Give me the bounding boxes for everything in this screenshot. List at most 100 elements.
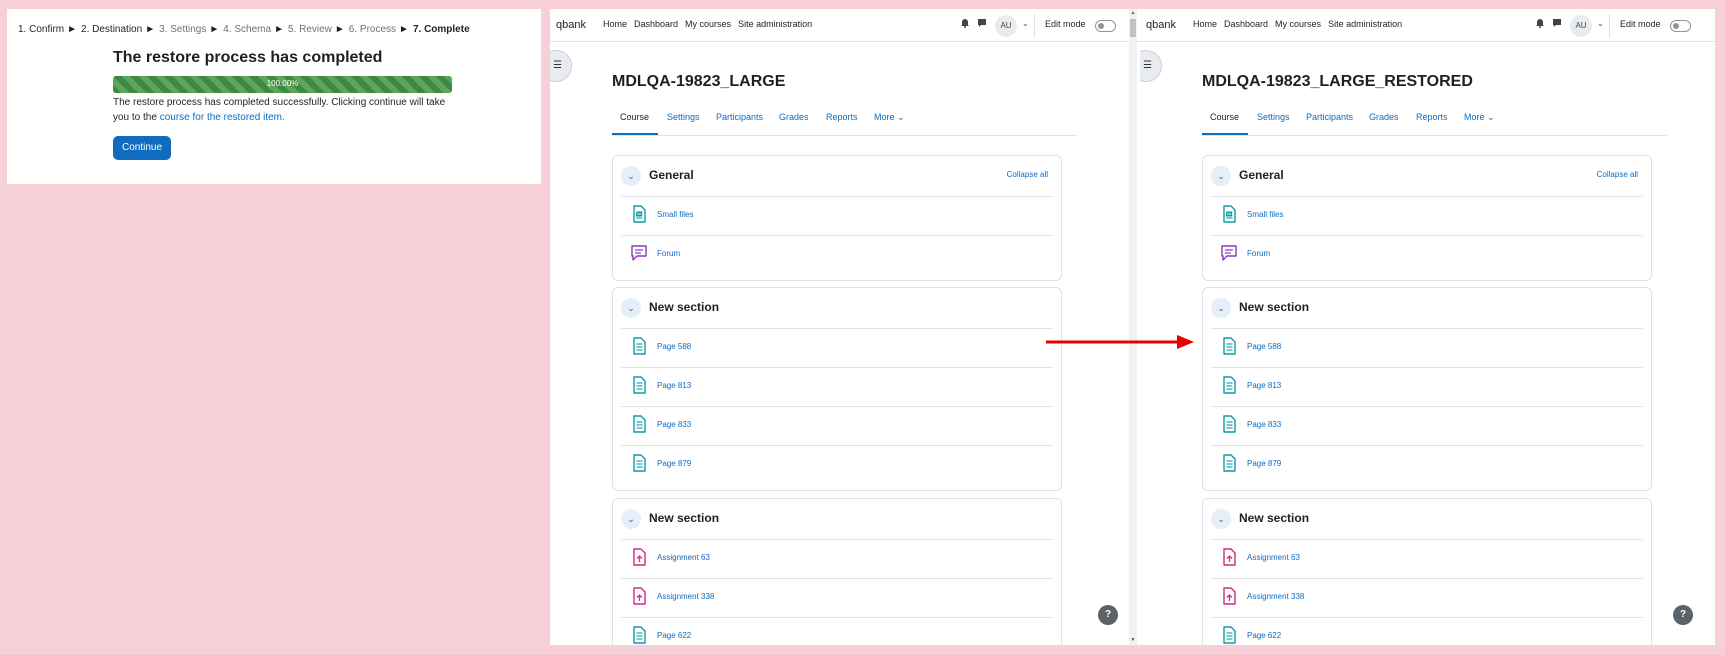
scroll-down-arrow-icon[interactable]: ▼ (1129, 637, 1137, 643)
activity-item: Assignment 63 (621, 539, 1053, 577)
course-section: ⌄ General Collapse all Small files Forum (612, 155, 1062, 281)
edit-mode-toggle[interactable] (1095, 20, 1116, 32)
activity-link[interactable]: Page 879 (657, 459, 691, 468)
activity-link[interactable]: Page 813 (1247, 381, 1281, 390)
activity-link[interactable]: Forum (657, 249, 680, 258)
scrollbar-thumb[interactable] (1130, 19, 1136, 37)
nav-link[interactable]: My courses (1275, 19, 1321, 29)
progress-label: 100.00% (266, 79, 299, 88)
activity-link[interactable]: Page 813 (657, 381, 691, 390)
tab-grades[interactable]: Grades (1369, 112, 1399, 122)
nav-link[interactable]: My courses (685, 19, 731, 29)
help-button[interactable]: ? (1098, 605, 1118, 625)
course-window-original: qbank Home Dashboard My courses Site adminis… (550, 9, 1140, 645)
activity-link[interactable]: Page 588 (1247, 342, 1281, 351)
tab-participants[interactable]: Participants (1306, 112, 1353, 122)
page-icon (1220, 376, 1238, 394)
nav-link[interactable]: Site administration (1328, 19, 1402, 29)
help-button[interactable]: ? (1673, 605, 1693, 625)
chat-icon[interactable] (977, 18, 987, 30)
tab-participants[interactable]: Participants (716, 112, 763, 122)
chevron-down-icon[interactable]: ⌄ (1211, 298, 1231, 318)
nav-link[interactable]: Dashboard (1224, 19, 1268, 29)
red-arrow-annotation (1046, 335, 1194, 349)
activity-link[interactable]: Page 588 (657, 342, 691, 351)
collapse-all-link[interactable]: Collapse all (1597, 170, 1638, 179)
bell-icon[interactable] (1535, 18, 1545, 30)
course-index-toggle[interactable]: ☰ (1140, 50, 1162, 82)
continue-button[interactable]: Continue (113, 136, 171, 160)
edit-mode-toggle[interactable] (1670, 20, 1691, 32)
course-section: ⌄ New section Page 588 Page 813 Page 833 Page… (1202, 287, 1652, 491)
activity-link[interactable]: Page 622 (657, 631, 691, 640)
activity-link[interactable]: Assignment 338 (1247, 592, 1304, 601)
chevron-down-icon[interactable]: ⌄ (621, 298, 641, 318)
chevron-down-icon[interactable]: ⌄ (621, 509, 641, 529)
nav-link[interactable]: Dashboard (634, 19, 678, 29)
course-section: ⌄ New section Page 588 Page 813 Page 833 Page… (612, 287, 1062, 491)
section-title[interactable]: General (1239, 168, 1284, 182)
activity-link[interactable]: Forum (1247, 249, 1270, 258)
page-icon (1220, 454, 1238, 472)
tab-grades[interactable]: Grades (779, 112, 809, 122)
scrollbar[interactable]: ▲ ▼ (1129, 9, 1137, 645)
nav-link[interactable]: Home (1193, 19, 1217, 29)
user-avatar[interactable]: AU (995, 15, 1017, 37)
tab-reports[interactable]: Reports (826, 112, 858, 122)
chat-icon[interactable] (1552, 18, 1562, 30)
activity-link[interactable]: Page 833 (1247, 420, 1281, 429)
course-section: ⌄ New section Assignment 63 Assignment 338 P… (1202, 498, 1652, 645)
activity-link[interactable]: Small files (657, 210, 693, 219)
restore-steps-breadcrumb: 1. Confirm ► 2. Destination ► 3. Settings ► 4.… (18, 24, 473, 35)
section-title[interactable]: New section (649, 511, 719, 525)
activity-link[interactable]: Small files (1247, 210, 1283, 219)
section-title[interactable]: New section (1239, 511, 1309, 525)
activity-link[interactable]: Page 879 (1247, 459, 1281, 468)
activity-link[interactable]: Page 622 (1247, 631, 1281, 640)
nav-link[interactable]: Site administration (738, 19, 812, 29)
course-title: MDLQA-19823_LARGE_RESTORED (1202, 73, 1473, 90)
course-window-restored: qbank Home Dashboard My courses Site adminis… (1140, 9, 1715, 645)
scroll-up-arrow-icon[interactable]: ▲ (1129, 10, 1137, 16)
activity-link[interactable]: Assignment 63 (657, 553, 710, 562)
activity-item: Page 813 (621, 367, 1053, 405)
restore-progress-bar: 100.00% (113, 76, 452, 93)
site-brand[interactable]: qbank (556, 19, 586, 31)
chevron-down-icon[interactable]: ⌄ (621, 166, 641, 186)
restore-message: The restore process has completed succes… (113, 95, 458, 125)
chevron-down-icon[interactable]: ⌄ (1022, 19, 1029, 28)
activity-link[interactable]: Assignment 338 (657, 592, 714, 601)
active-tab-underline (612, 133, 658, 135)
activity-item: Page 833 (621, 406, 1053, 444)
tab-reports[interactable]: Reports (1416, 112, 1448, 122)
activity-link[interactable]: Page 833 (657, 420, 691, 429)
activity-item: Page 879 (1211, 445, 1643, 483)
site-brand[interactable]: qbank (1146, 19, 1176, 31)
activity-link[interactable]: Assignment 63 (1247, 553, 1300, 562)
section-title[interactable]: New section (649, 300, 719, 314)
activity-item: Forum (1211, 235, 1643, 273)
tab-more[interactable]: More ⌄ (1464, 112, 1495, 123)
tab-more[interactable]: More ⌄ (874, 112, 905, 123)
activity-item: Page 879 (621, 445, 1053, 483)
section-title[interactable]: General (649, 168, 694, 182)
chevron-down-icon[interactable]: ⌄ (1211, 509, 1231, 529)
collapse-all-link[interactable]: Collapse all (1007, 170, 1048, 179)
primary-navigation: Home Dashboard My courses Site administrati… (603, 19, 819, 29)
tab-course[interactable]: Course (620, 112, 649, 122)
activity-item: Page 622 (621, 617, 1053, 645)
bell-icon[interactable] (960, 18, 970, 30)
user-avatar[interactable]: AU (1570, 15, 1592, 37)
activity-item: Assignment 338 (1211, 578, 1643, 616)
tab-course[interactable]: Course (1210, 112, 1239, 122)
tab-settings[interactable]: Settings (1257, 112, 1290, 122)
restore-step: 3. Settings (159, 24, 207, 35)
chevron-down-icon[interactable]: ⌄ (1211, 166, 1231, 186)
section-title[interactable]: New section (1239, 300, 1309, 314)
restored-course-link[interactable]: course for the restored item. (160, 112, 285, 123)
nav-link[interactable]: Home (603, 19, 627, 29)
tab-settings[interactable]: Settings (667, 112, 700, 122)
course-index-toggle[interactable]: ☰ (550, 50, 572, 82)
chevron-down-icon[interactable]: ⌄ (1597, 19, 1604, 28)
page-icon (630, 337, 648, 355)
